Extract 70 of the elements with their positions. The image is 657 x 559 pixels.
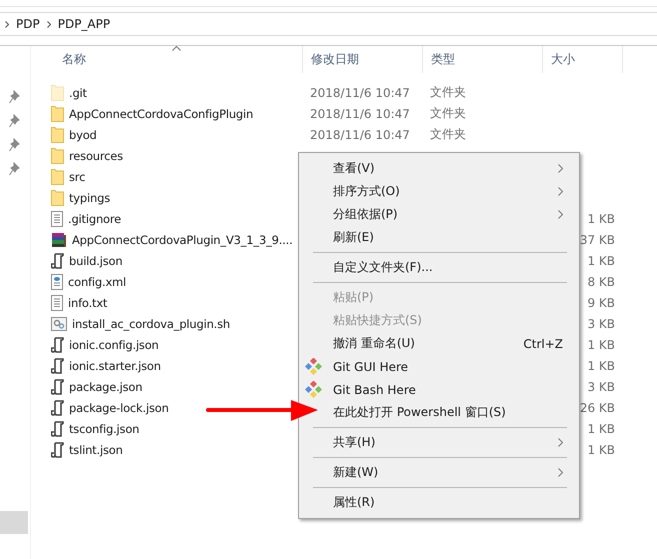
chevron-right-icon <box>558 438 563 447</box>
menu-item[interactable]: 撤消 重命名(U) Ctrl+Z <box>325 332 577 355</box>
size-cell-text: 26 KB <box>580 400 616 414</box>
sort-up-icon <box>172 46 181 51</box>
size-cell-text: 3 KB <box>587 380 616 394</box>
chevron-right-icon <box>558 187 563 196</box>
file-name[interactable]: tsconfig.json <box>69 422 140 436</box>
file-name[interactable]: ionic.config.json <box>69 338 159 352</box>
file-name[interactable]: tslint.json <box>69 442 123 456</box>
git-icon <box>304 381 322 398</box>
file-name[interactable]: ionic.starter.json <box>69 358 161 372</box>
file-name[interactable]: config.xml <box>68 274 126 288</box>
menu-item[interactable]: 查看(V) <box>325 157 577 180</box>
chevron-right-icon <box>558 468 563 477</box>
file-name[interactable]: resources <box>69 148 123 162</box>
chevron-right-icon <box>46 20 51 28</box>
file-name[interactable]: build.json <box>69 254 122 268</box>
type-cell-text: 文件夹 <box>429 106 466 120</box>
column-header[interactable]: 类型 <box>423 46 543 73</box>
date-cell-text: 2018/11/6 10:47 <box>309 128 410 142</box>
file-name[interactable]: install_ac_cordova_plugin.sh <box>72 316 230 330</box>
size-cell-text: 1 KB <box>587 338 616 352</box>
file-name[interactable]: info.txt <box>68 296 108 310</box>
chevron-right-icon <box>558 210 563 219</box>
menu-item[interactable]: 自定义文件夹(F)... <box>325 256 577 279</box>
pin-icon[interactable] <box>9 138 21 152</box>
type-cell-text: 文件夹 <box>429 85 466 99</box>
column-header[interactable]: 名称 <box>31 46 303 73</box>
file-name[interactable]: typings <box>69 190 110 204</box>
menu-item[interactable]: 新建(W) <box>325 461 577 484</box>
size-cell-text: 1 KB <box>587 442 616 456</box>
menu-item[interactable]: 共享(H) <box>325 431 577 454</box>
file-name[interactable]: AppConnectCordovaPlugin_V3_1_3_9.... <box>72 232 293 246</box>
menu-item[interactable]: 刷新(E) <box>325 226 577 249</box>
file-name[interactable]: byod <box>69 128 97 142</box>
breadcrumb-item[interactable]: PDP_APP <box>58 17 110 31</box>
size-cell-text: 1 KB <box>587 212 616 226</box>
pin-icon[interactable] <box>9 90 21 104</box>
menu-item[interactable]: 属性(R) <box>325 491 577 514</box>
column-header[interactable]: 大小 <box>543 46 623 73</box>
chevron-right-icon <box>558 164 563 173</box>
breadcrumb-item[interactable]: PDP <box>16 17 40 31</box>
column-header[interactable]: 修改日期 <box>303 46 423 73</box>
shortcut-text: Ctrl+Z <box>523 336 563 350</box>
size-cell-text: 8 KB <box>587 274 616 288</box>
file-name[interactable]: AppConnectCordovaConfigPlugin <box>69 106 254 120</box>
menu-item[interactable]: 在此处打开 Powershell 窗口(S) <box>325 401 577 424</box>
file-name[interactable]: package-lock.json <box>69 400 169 414</box>
size-cell-text: 37 KB <box>580 232 616 246</box>
date-cell-text: 2018/11/6 10:47 <box>309 86 410 100</box>
chevron-right-icon <box>5 20 9 28</box>
size-cell-text: 9 KB <box>587 296 616 310</box>
size-cell-text: 1 KB <box>587 358 616 372</box>
type-cell-text: 文件夹 <box>429 127 466 141</box>
menu-item[interactable]: Git Bash Here <box>325 378 577 401</box>
size-cell-text: 1 KB <box>587 422 616 436</box>
file-name[interactable]: src <box>69 170 86 184</box>
pin-icon[interactable] <box>9 162 21 176</box>
pin-icon[interactable] <box>9 114 21 128</box>
menu-item[interactable]: 分组依据(P) <box>325 203 577 226</box>
nav-highlight <box>0 511 28 534</box>
menu-item[interactable]: 排序方式(O) <box>325 180 577 203</box>
git-icon <box>304 358 322 375</box>
menu-item[interactable]: Git GUI Here <box>325 355 577 378</box>
file-name[interactable]: .git <box>69 86 87 100</box>
file-name[interactable]: .gitignore <box>68 212 122 226</box>
file-name[interactable]: package.json <box>69 380 142 394</box>
size-cell-text: 1 KB <box>587 254 616 268</box>
size-cell-text: 3 KB <box>587 316 616 330</box>
date-cell-text: 2018/11/6 10:47 <box>309 106 410 120</box>
